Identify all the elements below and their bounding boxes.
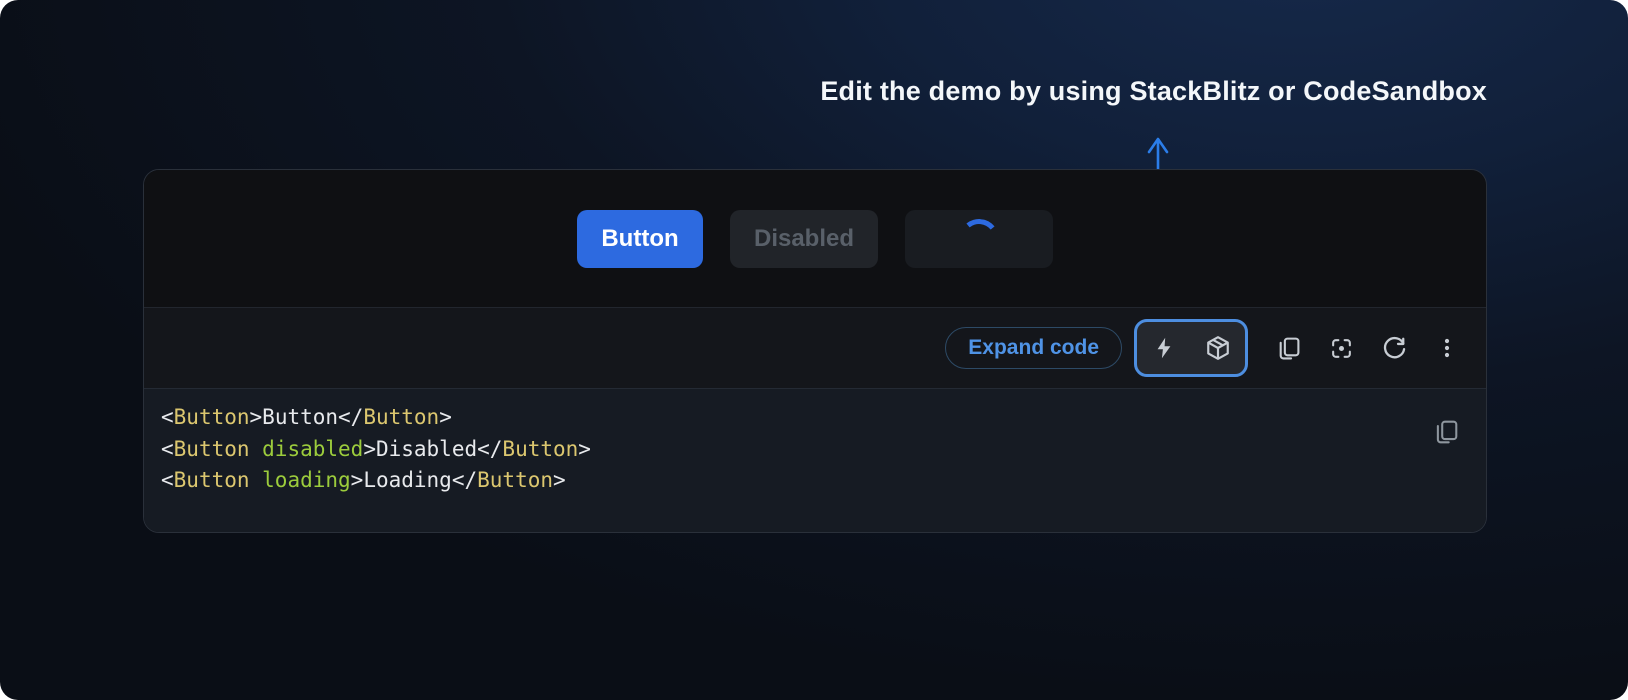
code-content: <Button>Button</Button> <Button disabled… [161,402,1426,497]
code-line: <Button disabled>Disabled</Button> [161,437,591,461]
annotation-title: Edit the demo by using StackBlitz or Cod… [820,76,1487,107]
demo-preview: Button Disabled [144,170,1486,307]
demo-toolbar: Expand code [144,307,1486,388]
more-vertical-icon[interactable] [1434,335,1460,361]
copy-icon[interactable] [1275,335,1301,361]
refresh-icon[interactable] [1381,335,1407,361]
code-block: <Button>Button</Button> <Button disabled… [144,388,1486,532]
sandbox-buttons-highlight [1134,319,1248,377]
expand-code-button[interactable]: Expand code [945,327,1122,369]
codesandbox-cube-icon[interactable] [1205,335,1231,361]
demo-button-disabled[interactable]: Disabled [730,210,878,268]
demo-button-loading[interactable] [905,210,1053,268]
demo-button-primary[interactable]: Button [577,210,703,268]
code-line: <Button>Button</Button> [161,405,452,429]
demo-panel: Button Disabled Expand code [143,169,1487,533]
loading-spinner-icon [957,217,1001,261]
code-copy-icon[interactable] [1433,419,1459,445]
code-line: <Button loading>Loading</Button> [161,468,566,492]
page-background: Edit the demo by using StackBlitz or Cod… [0,0,1628,700]
focus-icon[interactable] [1328,335,1354,361]
stackblitz-bolt-icon[interactable] [1151,335,1177,361]
